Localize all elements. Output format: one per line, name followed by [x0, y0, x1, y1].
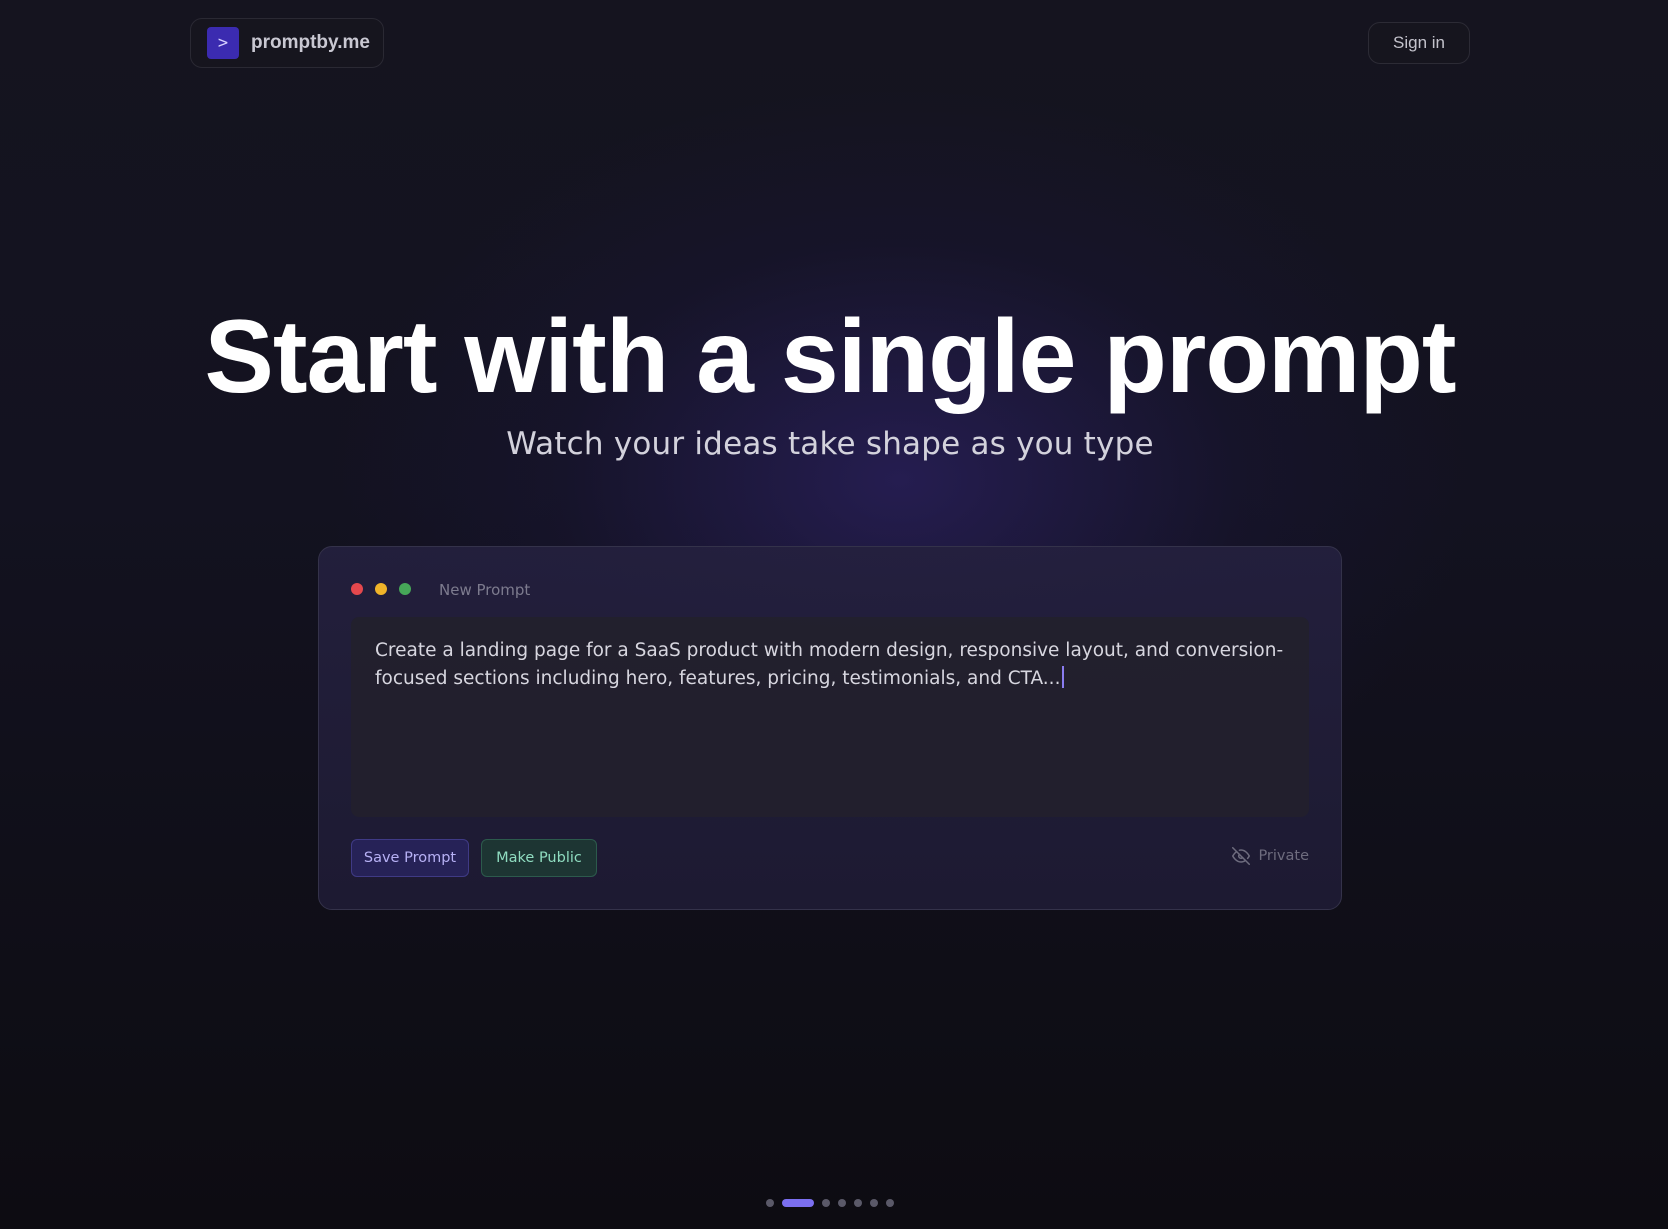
hero-title: Start with a single prompt	[204, 299, 1457, 415]
pagination-dot[interactable]	[870, 1199, 878, 1207]
visibility-status[interactable]: Private	[1232, 847, 1309, 865]
pagination-dot[interactable]	[838, 1199, 846, 1207]
slide-pagination	[766, 1199, 894, 1207]
visibility-label: Private	[1258, 848, 1309, 864]
text-caret	[1062, 666, 1065, 688]
logo-text: promptby.me	[251, 32, 370, 53]
prompt-text: Create a landing page for a SaaS product…	[375, 640, 1284, 689]
site-header: > promptby.me Sign in	[0, 0, 1668, 88]
prompt-textarea[interactable]: Create a landing page for a SaaS product…	[351, 617, 1309, 817]
window-controls	[351, 583, 411, 595]
pagination-dot[interactable]	[782, 1199, 814, 1207]
pagination-dot[interactable]	[886, 1199, 894, 1207]
pagination-dot[interactable]	[766, 1199, 774, 1207]
pagination-dot[interactable]	[854, 1199, 862, 1207]
terminal-prompt-icon: >	[207, 27, 239, 59]
editor-window-title: New Prompt	[439, 581, 531, 599]
save-prompt-button[interactable]: Save Prompt	[351, 839, 469, 877]
window-close-dot	[351, 583, 363, 595]
make-public-button[interactable]: Make Public	[481, 839, 597, 877]
window-minimize-dot	[375, 583, 387, 595]
logo-link[interactable]: > promptby.me	[190, 18, 384, 68]
pagination-dot[interactable]	[822, 1199, 830, 1207]
prompt-editor-card: New Prompt Create a landing page for a S…	[318, 546, 1342, 910]
window-maximize-dot	[399, 583, 411, 595]
hero-subtitle: Watch your ideas take shape as you type	[506, 426, 1154, 462]
eye-off-icon	[1232, 847, 1251, 865]
sign-in-button[interactable]: Sign in	[1368, 22, 1470, 64]
